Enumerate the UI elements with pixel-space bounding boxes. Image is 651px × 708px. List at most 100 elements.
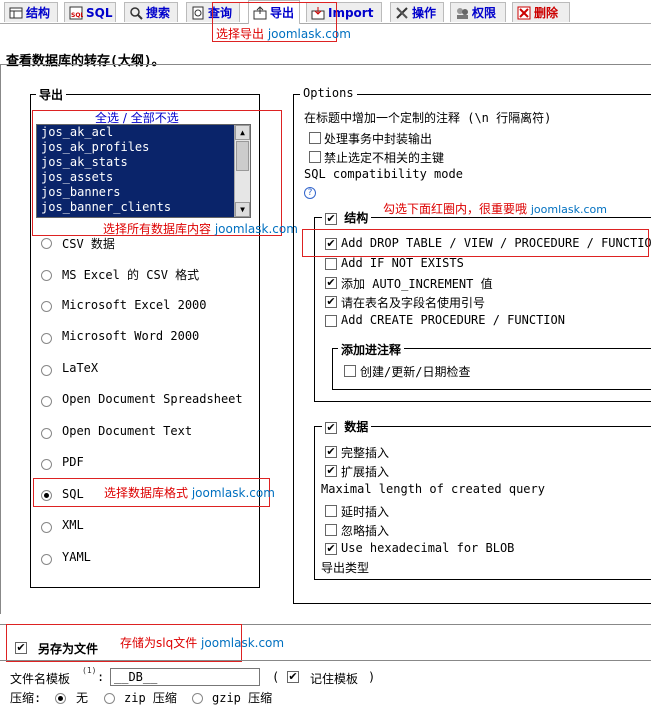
- format-radio-pdf[interactable]: [41, 459, 52, 470]
- format-radio-word2000[interactable]: [41, 333, 52, 344]
- format-label: YAML: [62, 550, 91, 564]
- hex-blob-checkbox[interactable]: ✔: [325, 543, 337, 555]
- transaction-checkbox[interactable]: [309, 132, 321, 144]
- format-radio-xml[interactable]: [41, 522, 52, 533]
- tab-label: 结构: [26, 6, 51, 20]
- svg-text:SQL: SQL: [71, 12, 83, 19]
- if-not-exists-checkbox[interactable]: [325, 258, 337, 270]
- disable-fk-label: 禁止选定不相关的主键: [324, 151, 445, 165]
- annotation-box-check: [302, 229, 649, 257]
- compress-gzip-radio[interactable]: [192, 693, 203, 704]
- data-checkbox[interactable]: ✔: [325, 421, 337, 434]
- footnote: (1): [82, 666, 97, 675]
- delayed-insert-label: 延时插入: [341, 505, 390, 519]
- structure-icon: [9, 6, 23, 20]
- colon: :: [97, 670, 105, 684]
- create-procedure-label: Add CREATE PROCEDURE / FUNCTION: [341, 313, 565, 327]
- auto-increment-label: 添加 AUTO_INCREMENT 值: [341, 277, 493, 291]
- format-label: Open Document Spreadsheet: [62, 392, 243, 406]
- page-title: 查看数据库的转存(大纲)。: [6, 54, 165, 69]
- tab-delete[interactable]: 删除: [512, 2, 570, 22]
- structure-legend-label: 结构: [344, 211, 369, 225]
- format-radio-yaml[interactable]: [41, 554, 52, 565]
- extended-insert-checkbox[interactable]: ✔: [325, 465, 337, 477]
- format-radio-excel2000[interactable]: [41, 301, 52, 312]
- divider: [0, 64, 651, 65]
- data-legend-label: 数据: [344, 420, 369, 434]
- compress-zip-radio[interactable]: [104, 693, 115, 704]
- comments-legend: 添加进注释: [338, 341, 405, 358]
- dates-label: 创建/更新/日期检查: [360, 365, 471, 379]
- backquotes-label: 请在表名及字段名使用引号: [341, 296, 486, 310]
- format-label: Microsoft Word 2000: [62, 329, 200, 343]
- ignore-insert-label: 忽略插入: [341, 524, 390, 538]
- create-procedure-checkbox[interactable]: [325, 315, 337, 327]
- header-comment-label: 在标题中增加一个定制的注释 (\n 行隔离符): [304, 111, 552, 125]
- annotation-all-db: 选择所有数据库内容 joomlask.com: [103, 222, 298, 236]
- format-radio-latex[interactable]: [41, 365, 52, 376]
- backquotes-checkbox[interactable]: ✔: [325, 296, 337, 308]
- compress-gzip-label: gzip 压缩: [212, 691, 273, 705]
- export-legend: 导出: [36, 86, 67, 103]
- format-label: XML: [62, 518, 84, 532]
- format-radio-odt[interactable]: [41, 428, 52, 439]
- tab-search[interactable]: 搜索: [124, 2, 178, 22]
- compress-zip-label: zip 压缩: [124, 691, 177, 705]
- annotation-box-all-db: [32, 110, 282, 236]
- export-type-label: 导出类型: [321, 561, 370, 575]
- compression-label: 压缩:: [10, 691, 42, 705]
- tab-structure[interactable]: 结构: [4, 2, 58, 22]
- dates-checkbox[interactable]: [344, 365, 356, 377]
- ignore-insert-checkbox[interactable]: [325, 524, 337, 536]
- format-radio-excel-csv[interactable]: [41, 270, 52, 281]
- tab-privileges[interactable]: 权限: [450, 2, 506, 22]
- search-icon: [129, 6, 143, 20]
- format-label: CSV 数据: [62, 237, 115, 251]
- complete-insert-checkbox[interactable]: ✔: [325, 446, 337, 458]
- structure-checkbox[interactable]: ✔: [325, 212, 337, 225]
- data-legend: ✔ 数据: [322, 418, 372, 435]
- delayed-insert-checkbox[interactable]: [325, 505, 337, 517]
- help-icon[interactable]: ?: [304, 187, 316, 199]
- auto-increment-checkbox[interactable]: ✔: [325, 277, 337, 289]
- if-not-exists-label: Add IF NOT EXISTS: [341, 256, 464, 270]
- remember-template-checkbox[interactable]: ✔: [287, 671, 299, 683]
- compress-none-label: 无: [76, 691, 89, 705]
- filename-template-input[interactable]: __DB__: [110, 668, 260, 686]
- template-label: 文件名模板: [10, 672, 71, 686]
- structure-legend: ✔ 结构: [322, 209, 372, 226]
- operations-icon: [395, 6, 409, 20]
- compat-mode-label: SQL compatibility mode: [304, 167, 463, 181]
- format-label: Microsoft Excel 2000: [62, 298, 207, 312]
- paren-open: (: [272, 670, 280, 684]
- extended-insert-label: 扩展插入: [341, 465, 390, 479]
- tab-operations[interactable]: 操作: [390, 2, 444, 22]
- max-length-label: Maximal length of created query: [321, 482, 545, 496]
- tab-label: 操作: [412, 6, 437, 20]
- format-radio-ods[interactable]: [41, 396, 52, 407]
- compress-none-radio[interactable]: [55, 693, 66, 704]
- hex-blob-label: Use hexadecimal for BLOB: [341, 541, 515, 555]
- privileges-icon: [455, 6, 469, 20]
- annotation-format: 选择数据库格式 joomlask.com: [104, 486, 275, 500]
- disable-fk-checkbox[interactable]: [309, 151, 321, 163]
- format-label: MS Excel 的 CSV 格式: [62, 268, 200, 282]
- remember-template-label: 记住模板: [310, 672, 359, 686]
- divider: [0, 660, 651, 661]
- tab-label: 权限: [472, 6, 497, 20]
- query-icon: [191, 6, 205, 20]
- paren-close: ): [368, 670, 376, 684]
- annotation-save: 存储为slq文件 joomlask.com: [120, 636, 285, 650]
- transaction-label: 处理事务中封装输出: [324, 132, 433, 146]
- tab-label: 删除: [534, 6, 559, 20]
- options-legend: Options: [300, 86, 357, 100]
- annotation-export: 选择导出 joomlask.com: [216, 27, 351, 41]
- tab-label: 搜索: [146, 6, 171, 20]
- tab-sql[interactable]: SQL SQL: [64, 2, 116, 22]
- format-label: LaTeX: [62, 361, 99, 375]
- divider: [0, 64, 1, 614]
- tab-label: SQL: [86, 5, 113, 20]
- annotation-check: 勾选下面红圈内，很重要哦 joomlask.com: [383, 202, 607, 216]
- format-radio-csv[interactable]: [41, 238, 52, 249]
- sql-icon: SQL: [69, 6, 84, 20]
